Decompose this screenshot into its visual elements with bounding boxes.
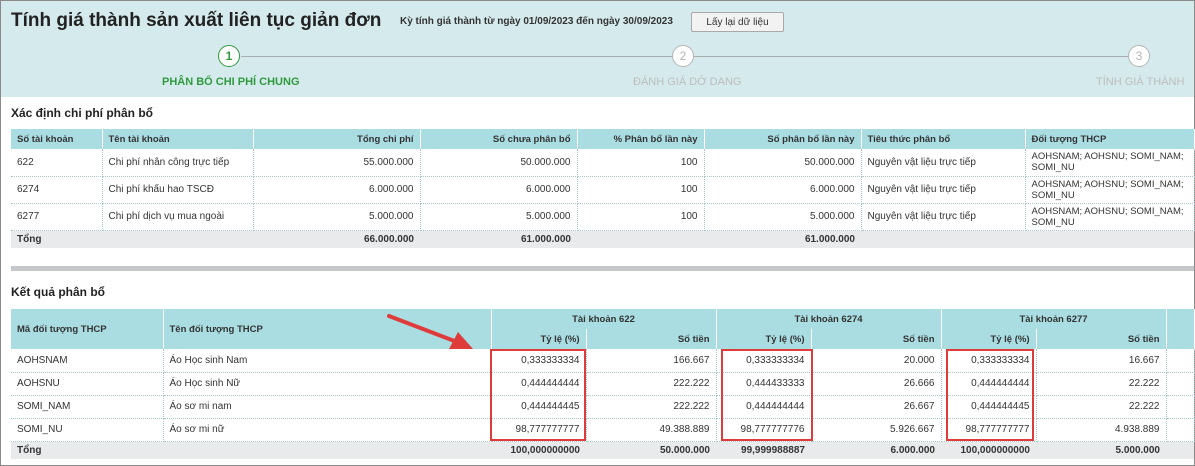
- cell-account-number[interactable]: 6274: [11, 176, 103, 204]
- cell-amount-622[interactable]: 166.667: [586, 349, 717, 373]
- unallocated-sum: 61.000.000: [420, 230, 577, 248]
- total-rate-6274: 99,999988887: [716, 441, 811, 459]
- step-1-label[interactable]: PHÂN BỔ CHI PHÍ CHUNG: [162, 76, 300, 88]
- cell-cost-objects[interactable]: AOHSNAM; AOHSNU; SOMI_NAM; SOMI_NU: [1025, 203, 1195, 231]
- section-divider: [11, 266, 1194, 271]
- step-3-indicator[interactable]: 3: [1128, 45, 1150, 67]
- cell-account-number[interactable]: 622: [11, 149, 103, 177]
- highlight-rate-622: [490, 349, 586, 441]
- cell-name[interactable]: Áo sơ mi nữ: [163, 418, 492, 442]
- table-row[interactable]: 6277 Chi phí dịch vụ mua ngoài 5.000.000…: [11, 203, 1195, 231]
- cell-unallocated[interactable]: 6.000.000: [420, 176, 578, 204]
- step-3-label[interactable]: TÍNH GIÁ THÀNH: [1096, 76, 1184, 88]
- allocation-table: Số tài khoản Tên tài khoản Tổng chi phí …: [11, 129, 1195, 248]
- group-account-6274: Tài khoản 6274: [716, 309, 942, 329]
- cell-amount-622[interactable]: 49.388.889: [586, 418, 717, 442]
- highlight-rate-6277: [946, 349, 1034, 441]
- cell-amount-622[interactable]: 222.222: [586, 395, 717, 419]
- col-rate: Tỷ lệ (%): [941, 329, 1037, 349]
- col-cost-object-code: Mã đối tượng THCP: [11, 309, 164, 349]
- col-total-cost: Tổng chi phí: [253, 129, 421, 149]
- cell-amount-6274[interactable]: 20.000: [811, 349, 942, 373]
- cell-code[interactable]: SOMI_NU: [11, 418, 164, 442]
- group-account-622: Tài khoản 622: [491, 309, 717, 329]
- cell-code[interactable]: AOHSNU: [11, 372, 164, 396]
- cell-unallocated[interactable]: 50.000.000: [420, 149, 578, 177]
- allocation-section-title: Xác định chi phí phân bổ: [11, 106, 154, 120]
- cell-account-name[interactable]: Chi phí khấu hao TSCĐ: [102, 176, 254, 204]
- col-unallocated: Số chưa phân bổ: [420, 129, 578, 149]
- cell-name[interactable]: Áo sơ mi nam: [163, 395, 492, 419]
- total-amount-6274: 6.000.000: [811, 441, 941, 459]
- total-cost-sum: 66.000.000: [253, 230, 420, 248]
- cell-allocation-criteria[interactable]: Nguyên vật liệu trực tiếp: [861, 203, 1026, 231]
- highlight-rate-6274: [721, 349, 813, 441]
- step-1-indicator[interactable]: 1: [218, 45, 240, 67]
- cell-code[interactable]: SOMI_NAM: [11, 395, 164, 419]
- reload-data-button[interactable]: Lấy lại dữ liệu: [691, 12, 784, 32]
- step-2-indicator[interactable]: 2: [672, 45, 694, 67]
- cell-name[interactable]: Áo Học sinh Nữ: [163, 372, 492, 396]
- annotation-arrow-icon: [387, 314, 473, 349]
- cell-cost-objects[interactable]: AOHSNAM; AOHSNU; SOMI_NAM; SOMI_NU: [1025, 176, 1195, 204]
- col-amount: Số tiền: [1036, 329, 1167, 349]
- col-cost-objects: Đối tượng THCP: [1025, 129, 1195, 149]
- cell-amount-622[interactable]: 222.222: [586, 372, 717, 396]
- col-account-number: Số tài khoản: [11, 129, 103, 149]
- cell-amount-6277[interactable]: 22.222: [1036, 395, 1167, 419]
- total-label: Tổng: [11, 441, 163, 459]
- col-allocation-percent: % Phân bổ lần này: [577, 129, 705, 149]
- result-section-title: Kết quả phân bổ: [11, 285, 105, 299]
- group-account-6277: Tài khoản 6277: [941, 309, 1167, 329]
- cell-allocation-percent[interactable]: 100: [577, 149, 705, 177]
- col-account-name: Tên tài khoản: [102, 129, 254, 149]
- table-row[interactable]: 6274 Chi phí khấu hao TSCĐ 6.000.000 6.0…: [11, 176, 1195, 204]
- cell-total-cost[interactable]: 6.000.000: [253, 176, 421, 204]
- step-connector: [241, 56, 672, 57]
- cell-allocation-criteria[interactable]: Nguyên vật liệu trực tiếp: [861, 149, 1026, 177]
- period-text: Kỳ tính giá thành từ ngày 01/09/2023 đến…: [400, 16, 673, 27]
- total-row: Tổng 100,000000000 50.000.000 99,9999888…: [11, 441, 1194, 459]
- col-allocated-amount: Số phân bổ lần này: [704, 129, 862, 149]
- col-amount: Số tiền: [586, 329, 717, 349]
- page-title: Tính giá thành sản xuất liên tục giản đơ…: [11, 10, 382, 31]
- cell-account-number[interactable]: 6277: [11, 203, 103, 231]
- cell-total-cost[interactable]: 5.000.000: [253, 203, 421, 231]
- col-rate: Tỷ lệ (%): [491, 329, 587, 349]
- total-row: Tổng 66.000.000 61.000.000 61.000.000: [11, 230, 1194, 248]
- cell-amount-6277[interactable]: 4.938.889: [1036, 418, 1167, 442]
- cell-amount-6274[interactable]: 26.666: [811, 372, 942, 396]
- cell-allocation-criteria[interactable]: Nguyên vật liệu trực tiếp: [861, 176, 1026, 204]
- cell-amount-6277[interactable]: 16.667: [1036, 349, 1167, 373]
- allocated-sum: 61.000.000: [704, 230, 861, 248]
- cell-unallocated[interactable]: 5.000.000: [420, 203, 578, 231]
- cell-allocation-percent[interactable]: 100: [577, 176, 705, 204]
- col-allocation-criteria: Tiêu thức phân bổ: [861, 129, 1026, 149]
- cell-account-name[interactable]: Chi phí dịch vụ mua ngoài: [102, 203, 254, 231]
- cell-code[interactable]: AOHSNAM: [11, 349, 164, 373]
- table-row[interactable]: 622 Chi phí nhân công trực tiếp 55.000.0…: [11, 149, 1195, 177]
- cell-allocated-amount[interactable]: 5.000.000: [704, 203, 862, 231]
- cell-total-cost[interactable]: 55.000.000: [253, 149, 421, 177]
- total-rate-622: 100,000000000: [491, 441, 586, 459]
- cell-amount-6274[interactable]: 26.667: [811, 395, 942, 419]
- total-rate-6277: 100,000000000: [941, 441, 1036, 459]
- cell-allocated-amount[interactable]: 6.000.000: [704, 176, 862, 204]
- total-amount-6277: 5.000.000: [1036, 441, 1166, 459]
- total-label: Tổng: [11, 230, 102, 248]
- cell-account-name[interactable]: Chi phí nhân công trực tiếp: [102, 149, 254, 177]
- cell-allocation-percent[interactable]: 100: [577, 203, 705, 231]
- cell-allocated-amount[interactable]: 50.000.000: [704, 149, 862, 177]
- step-2-label[interactable]: ĐÁNH GIÁ DỞ DANG: [633, 76, 741, 88]
- col-amount: Số tiền: [811, 329, 942, 349]
- header: Tính giá thành sản xuất liên tục giản đơ…: [1, 1, 1194, 97]
- cell-amount-6274[interactable]: 5.926.667: [811, 418, 942, 442]
- cell-amount-6277[interactable]: 22.222: [1036, 372, 1167, 396]
- col-rate: Tỷ lệ (%): [716, 329, 812, 349]
- step-connector: [694, 56, 1128, 57]
- total-amount-622: 50.000.000: [586, 441, 716, 459]
- cell-cost-objects[interactable]: AOHSNAM; AOHSNU; SOMI_NAM; SOMI_NU: [1025, 149, 1195, 177]
